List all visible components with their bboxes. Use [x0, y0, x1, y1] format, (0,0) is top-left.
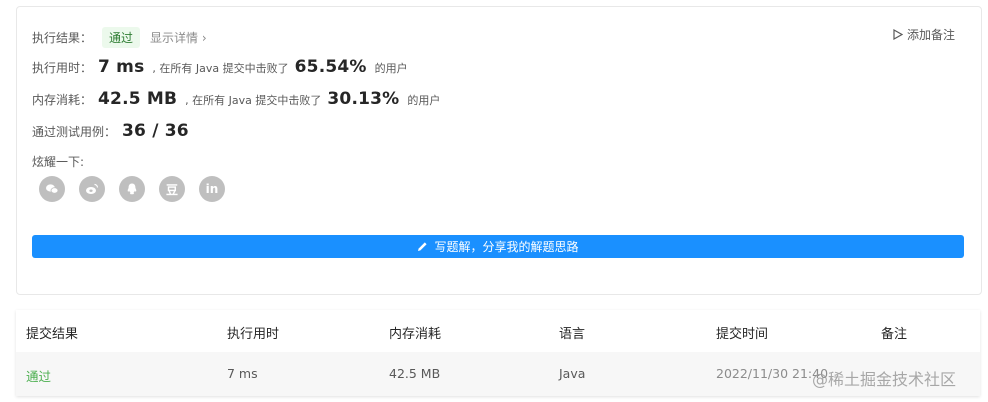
add-note-label: 添加备注	[906, 28, 955, 42]
pencil-icon	[418, 242, 428, 251]
share-row: 炫耀一下:	[32, 153, 84, 170]
weibo-icon[interactable]	[79, 176, 105, 202]
row-result-link[interactable]: 通过	[26, 366, 51, 385]
share-icons: 豆 in	[39, 176, 225, 202]
douban-icon[interactable]: 豆	[159, 176, 185, 202]
row-runtime: 7 ms	[227, 366, 258, 381]
status-badge: 通过	[102, 27, 141, 48]
play-icon	[893, 29, 903, 40]
wechat-icon[interactable]	[39, 176, 65, 202]
memory-prefix: , 在所有 Java 提交中击败了	[185, 94, 322, 107]
result-card: 执行结果： 通过 显示详情 › 添加备注 执行用时： 7 ms , 在所有 Ja…	[16, 6, 982, 295]
result-row: 执行结果： 通过 显示详情 ›	[32, 27, 207, 48]
row-language: Java	[559, 366, 586, 381]
qq-icon[interactable]	[119, 176, 145, 202]
memory-suffix: 的用户	[407, 94, 441, 107]
share-label: 炫耀一下:	[32, 155, 85, 169]
tests-row: 通过测试用例： 36 / 36	[32, 121, 197, 141]
result-label: 执行结果：	[32, 31, 93, 45]
memory-row: 内存消耗： 42.5 MB , 在所有 Java 提交中击败了 30.13% 的…	[32, 89, 440, 109]
write-solution-label: 写题解，分享我的解题思路	[434, 240, 579, 254]
memory-percent: 30.13%	[327, 89, 400, 109]
runtime-row: 执行用时： 7 ms , 在所有 Java 提交中击败了 65.54% 的用户	[32, 57, 408, 77]
runtime-suffix: 的用户	[374, 62, 408, 75]
header-language: 语言	[559, 327, 586, 342]
row-memory: 42.5 MB	[389, 366, 441, 381]
header-submit-time: 提交时间	[716, 327, 769, 342]
runtime-label: 执行用时：	[32, 61, 93, 75]
header-result: 提交结果	[26, 327, 79, 342]
tests-value: 36 / 36	[122, 121, 189, 141]
header-runtime: 执行用时	[227, 327, 280, 342]
header-note: 备注	[881, 327, 908, 342]
runtime-percent: 65.54%	[294, 57, 367, 77]
linkedin-icon[interactable]: in	[199, 176, 225, 202]
header-memory: 内存消耗	[389, 327, 442, 342]
show-details-link[interactable]: 显示详情 ›	[150, 29, 207, 46]
add-note-button[interactable]: 添加备注	[893, 26, 955, 43]
memory-label: 内存消耗：	[32, 93, 93, 107]
runtime-prefix: , 在所有 Java 提交中击败了	[152, 62, 289, 75]
runtime-value: 7 ms	[98, 57, 145, 77]
watermark: @稀土掘金技术社区	[812, 370, 957, 389]
tests-label: 通过测试用例：	[32, 125, 117, 139]
memory-value: 42.5 MB	[98, 89, 178, 109]
write-solution-button[interactable]: 写题解，分享我的解题思路	[32, 235, 964, 258]
